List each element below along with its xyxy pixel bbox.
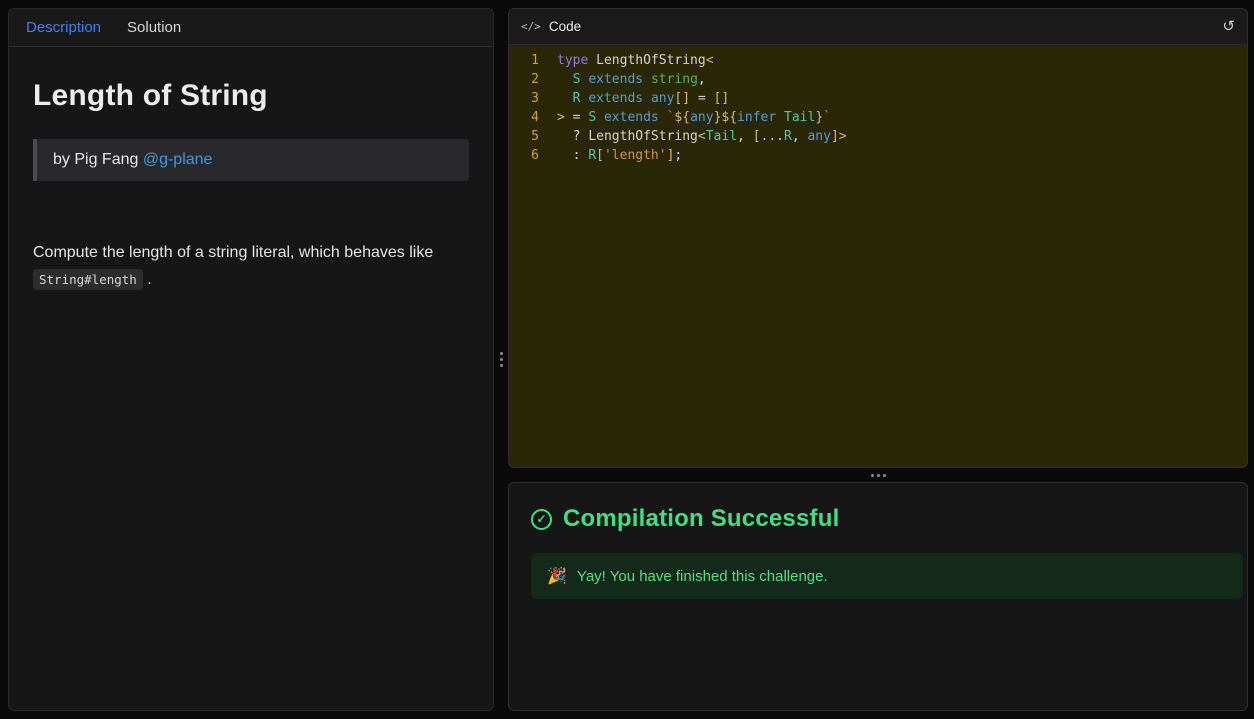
code-icon: </> bbox=[521, 20, 541, 33]
description-text: Compute the length of a string literal, … bbox=[33, 244, 434, 261]
code-line: 2 S extends string, bbox=[509, 70, 1247, 89]
code-panel-title: Code bbox=[548, 19, 582, 34]
app-window: Description Solution Length of String by… bbox=[0, 0, 1254, 719]
code-lines: 1 type LengthOfString< 2 S extends string,… bbox=[509, 51, 1247, 165]
grip-dots-icon bbox=[499, 358, 503, 361]
line-number: 2 bbox=[531, 72, 539, 87]
tab-description[interactable]: Description bbox=[26, 19, 101, 36]
description-suffix: . bbox=[142, 271, 152, 289]
author-quote: by Pig Fang @g-plane bbox=[33, 139, 469, 181]
vertical-resize-handle[interactable] bbox=[495, 8, 507, 711]
description-panel: Description Solution Length of String by… bbox=[8, 8, 494, 711]
check-circle-icon: ✓ bbox=[531, 508, 552, 530]
code-line: 3 R extends any[] = [] bbox=[509, 89, 1247, 108]
line-number: 6 bbox=[531, 148, 539, 163]
code-panel-header: </> Code ↺ bbox=[509, 9, 1247, 45]
description-content: Length of String by Pig Fang @g-plane Co… bbox=[9, 47, 493, 317]
results-panel: ✓ Compilation Successful 🎉 Yay! You have… bbox=[508, 482, 1248, 711]
challenge-description: Compute the length of a string literal, … bbox=[33, 239, 469, 293]
code-line: 6 : R['length']; bbox=[509, 146, 1247, 165]
compilation-status: ✓ Compilation Successful bbox=[523, 505, 1233, 533]
left-tabs-bar: Description Solution bbox=[9, 9, 493, 47]
code-editor[interactable]: 1 type LengthOfString< 2 S extends string,… bbox=[509, 45, 1247, 467]
inline-code: String#length bbox=[33, 269, 143, 291]
grip-dots-icon bbox=[876, 473, 880, 477]
success-message-text: Yay! You have finished this challenge. bbox=[576, 567, 828, 585]
code-line: 5 ? LengthOfString<Tail, [...R, any]> bbox=[509, 127, 1247, 146]
code-line: 1 type LengthOfString< bbox=[509, 51, 1247, 70]
code-line: 4 > = S extends `${any}${infer Tail}` bbox=[509, 108, 1247, 127]
line-number: 4 bbox=[531, 110, 539, 125]
page-title: Length of String bbox=[33, 79, 268, 112]
tab-solution[interactable]: Solution bbox=[127, 19, 181, 36]
horizontal-resize-handle[interactable] bbox=[508, 468, 1248, 482]
author-link[interactable]: @g-plane bbox=[143, 151, 213, 168]
line-number: 5 bbox=[531, 129, 539, 144]
party-popper-icon: 🎉 bbox=[547, 568, 567, 585]
compilation-status-title: Compilation Successful bbox=[563, 505, 840, 532]
line-number: 3 bbox=[531, 91, 539, 106]
code-panel: </> Code ↺ 1 type LengthOfString< 2 S exte… bbox=[508, 8, 1248, 468]
byline-text: by Pig Fang bbox=[53, 151, 143, 168]
success-message: 🎉 Yay! You have finished this challenge. bbox=[531, 553, 1243, 599]
line-number: 1 bbox=[531, 53, 539, 68]
reset-code-button[interactable]: ↺ bbox=[1222, 19, 1235, 34]
